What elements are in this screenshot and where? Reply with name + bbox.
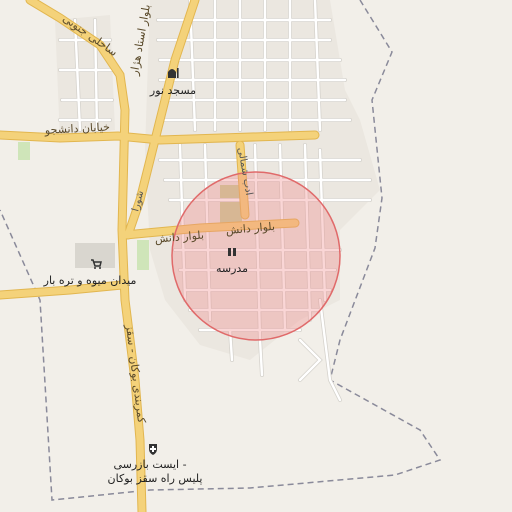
- road-label-kamarbandi: کمربندی بوکان - سقز: [123, 323, 148, 425]
- poi-label-fruit-market: میدان میوه و تره بار: [43, 274, 137, 287]
- search-radius-circle: [171, 171, 341, 341]
- map-canvas[interactable]: ساحلی جنوبی بلوار استاد هژار خیابان دانش…: [0, 0, 512, 512]
- park-area: [18, 142, 30, 160]
- poi-label-school: مدرسه: [216, 262, 248, 275]
- map-view[interactable]: ساحلی جنوبی بلوار استاد هژار خیابان دانش…: [0, 0, 512, 512]
- poi-label-police-line1: ایست بازرسی -: [113, 458, 186, 471]
- police-icon[interactable]: [149, 444, 157, 455]
- road-label-shora: شورا: [130, 189, 146, 212]
- poi-label-mosque: مسجد نور: [149, 84, 196, 97]
- park-area: [137, 240, 149, 270]
- poi-label-police-line2: پلیس راه سقز بوکان: [108, 472, 203, 485]
